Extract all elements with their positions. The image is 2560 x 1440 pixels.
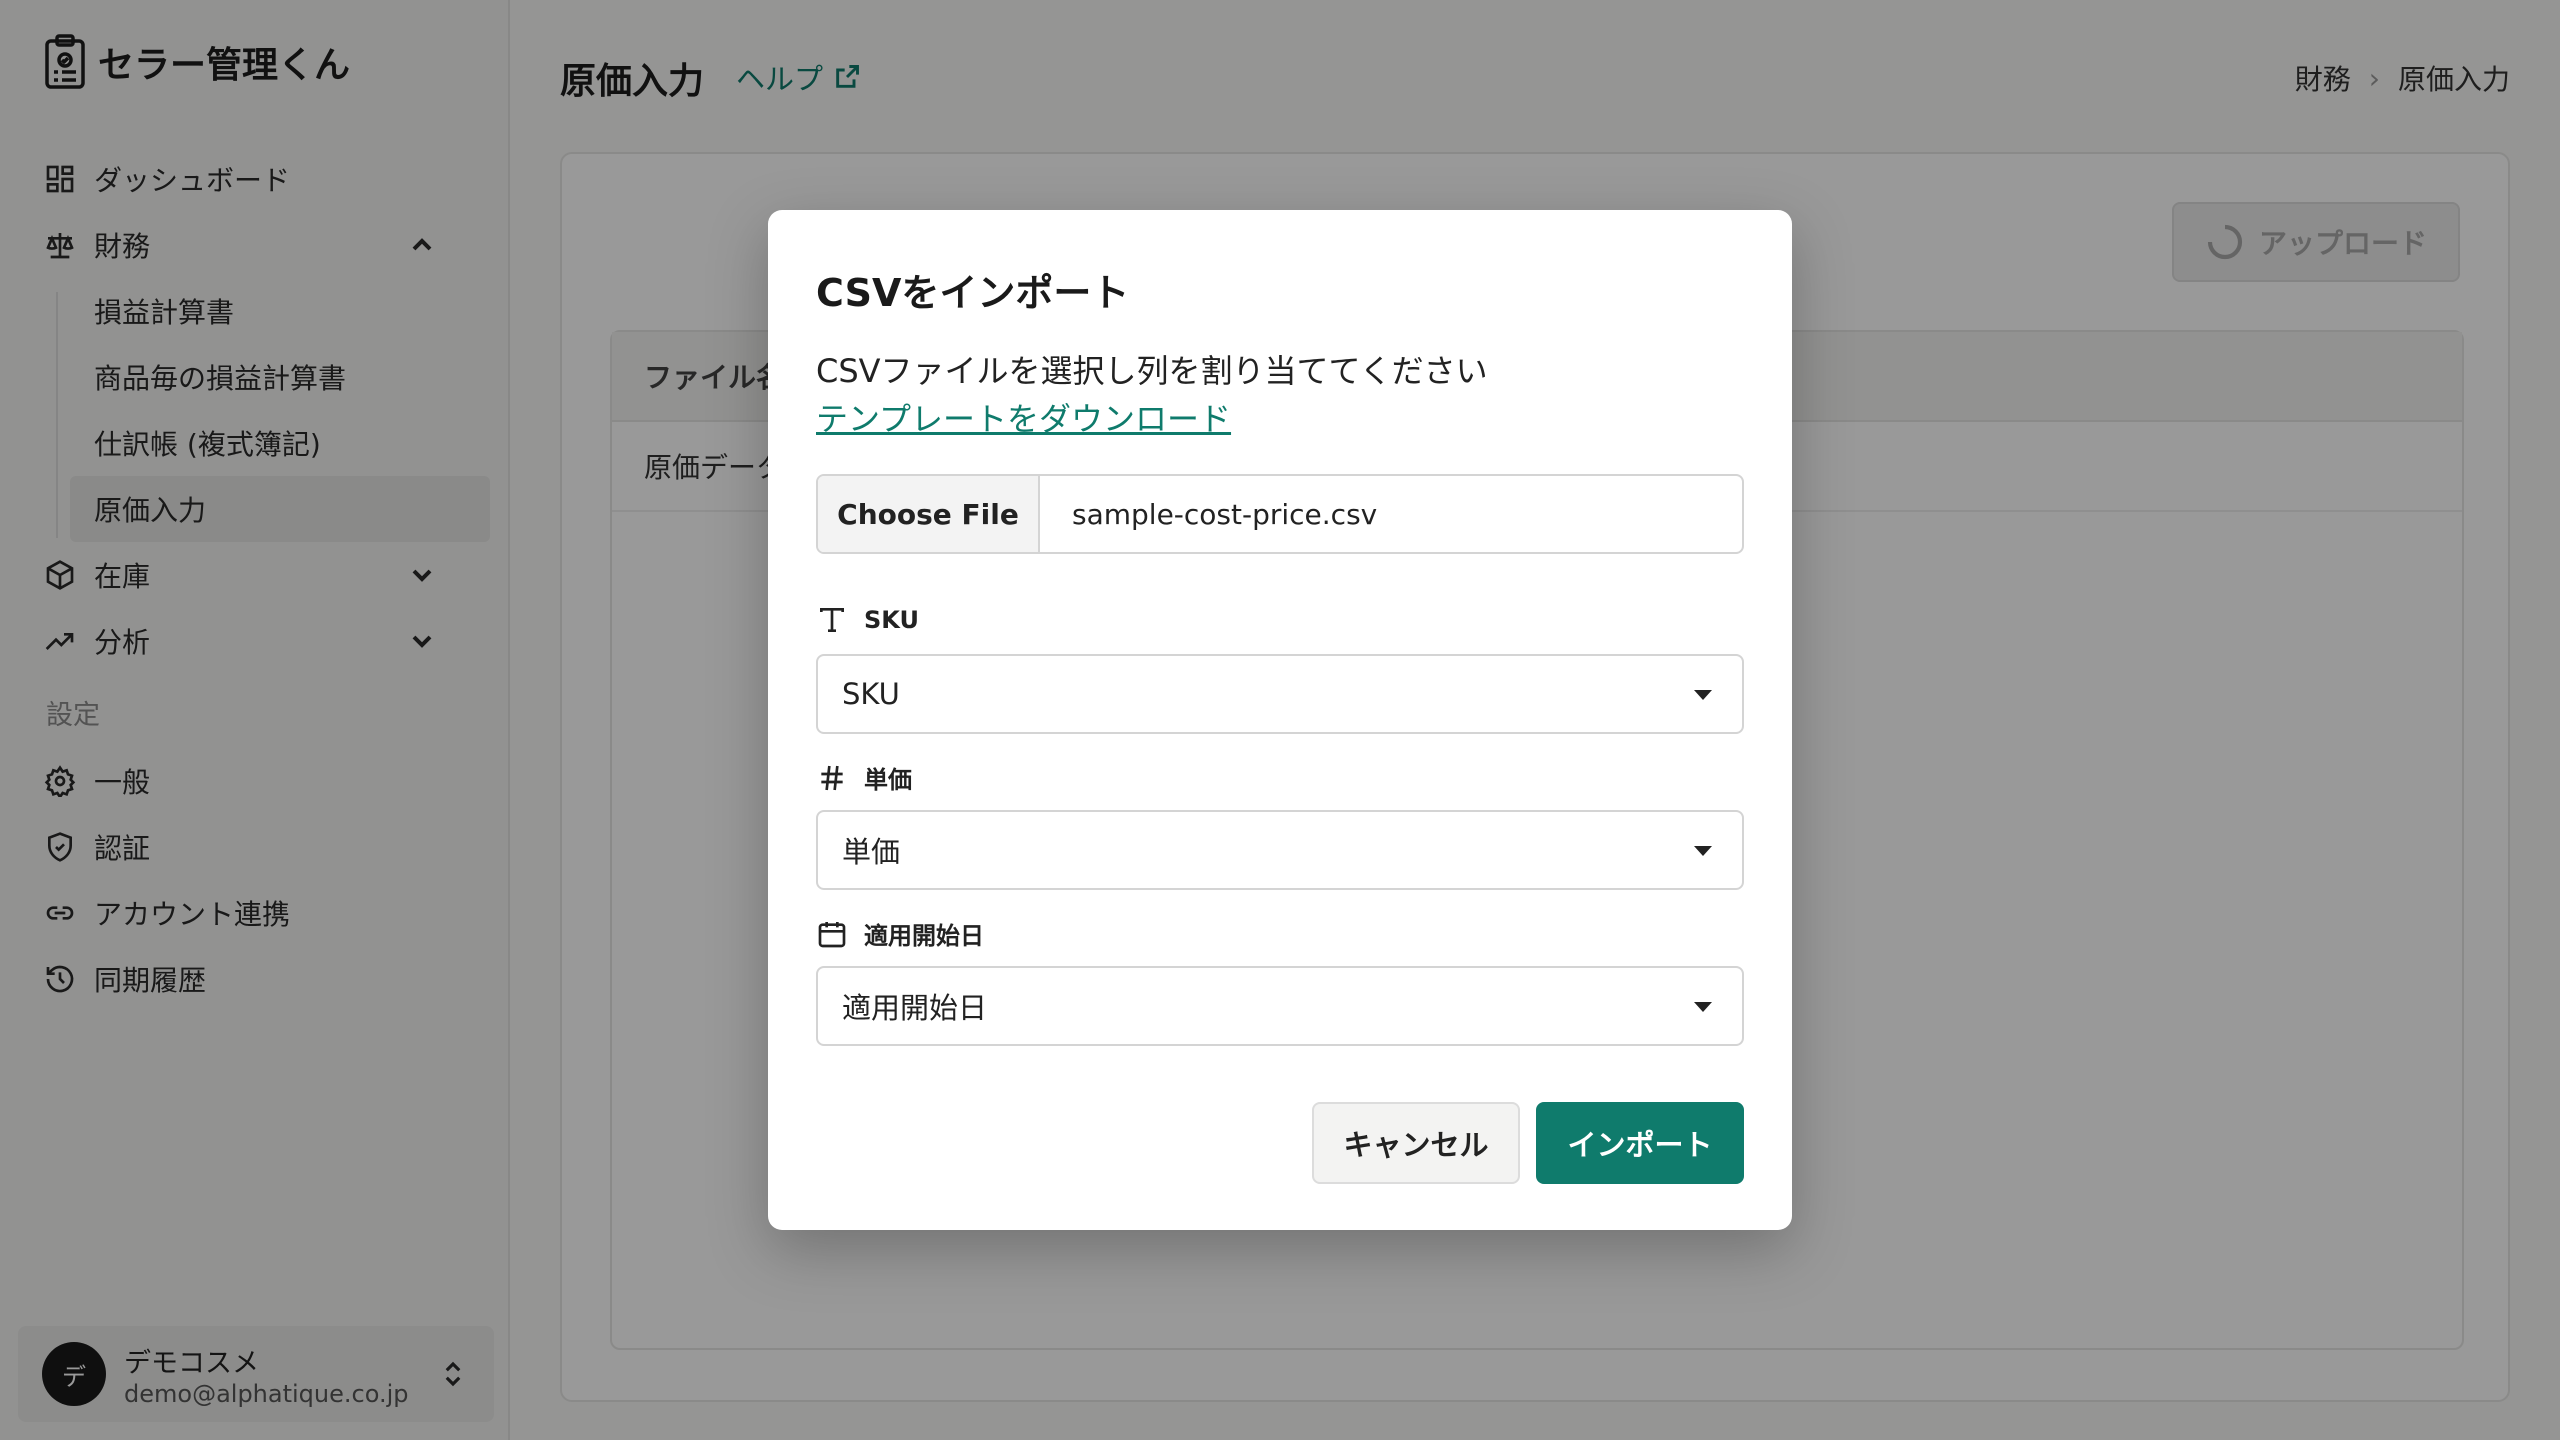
select-value: SKU [842, 677, 900, 711]
template-download-link[interactable]: テンプレートをダウンロード [816, 394, 1231, 440]
hash-icon [821, 765, 843, 790]
sku-field-label: SKU [816, 604, 919, 636]
caret-down-icon [1694, 846, 1712, 856]
sku-select[interactable]: SKU [816, 654, 1744, 734]
dialog-description: CSVファイルを選択し列を割り当ててください [816, 352, 1488, 390]
file-name: sample-cost-price.csv [1072, 497, 1378, 531]
unit-price-field-label: 単価 [816, 760, 912, 795]
dialog-title: CSVをインポート [816, 271, 1130, 315]
field-label-text: 適用開始日 [864, 922, 984, 950]
choose-file-button[interactable]: Choose File [818, 476, 1040, 552]
select-value: 単価 [842, 835, 901, 869]
calendar-icon [818, 921, 846, 947]
start-date-field-label: 適用開始日 [816, 916, 984, 951]
text-icon [820, 608, 844, 632]
select-value: 適用開始日 [842, 991, 988, 1025]
file-input[interactable]: Choose File sample-cost-price.csv [816, 474, 1744, 554]
caret-down-icon [1694, 1002, 1712, 1012]
import-button[interactable]: インポート [1536, 1102, 1744, 1184]
import-csv-dialog: CSVをインポート CSVファイルを選択し列を割り当ててください テンプレートを… [768, 210, 1792, 1230]
field-label-text: SKU [864, 606, 919, 634]
cancel-button[interactable]: キャンセル [1312, 1102, 1520, 1184]
caret-down-icon [1694, 690, 1712, 700]
start-date-select[interactable]: 適用開始日 [816, 966, 1744, 1046]
unit-price-select[interactable]: 単価 [816, 810, 1744, 890]
field-label-text: 単価 [864, 766, 912, 794]
